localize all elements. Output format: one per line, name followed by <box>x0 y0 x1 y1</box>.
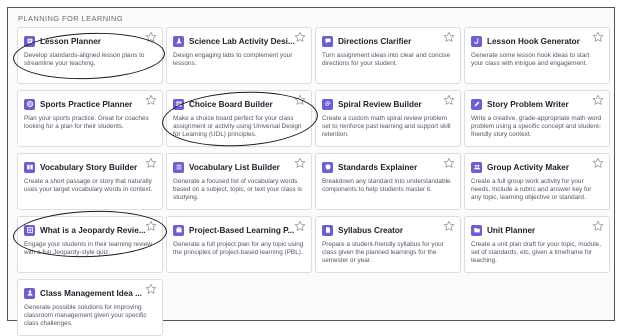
tools-panel: PLANNING FOR LEARNING Lesson Planner Dev… <box>7 7 615 336</box>
favorite-star-icon[interactable] <box>294 220 306 232</box>
tool-card-description: Create a custom math spiral review probl… <box>322 115 451 139</box>
sports-icon <box>24 98 35 110</box>
tool-card-choice-board[interactable]: Choice Board Builder Make a choice board… <box>166 90 312 147</box>
tools-grid: Lesson Planner Develop standards-aligned… <box>17 27 610 336</box>
tool-card-description: Develop standards-aligned lesson plans t… <box>24 52 145 68</box>
favorite-star-icon[interactable] <box>443 157 455 169</box>
favorite-star-icon[interactable] <box>294 157 306 169</box>
tool-card-title: Spiral Review Builder <box>338 99 422 109</box>
tool-card-title: Story Problem Writer <box>487 99 569 109</box>
list-icon <box>173 161 184 173</box>
tool-card-jeopardy-review[interactable]: What is a Jeopardy Revie... Engage your … <box>17 216 163 273</box>
tool-card-description: Generate some lesson hook ideas to start… <box>471 52 590 68</box>
favorite-star-icon[interactable] <box>145 157 157 169</box>
pencil-icon <box>471 98 482 110</box>
favorite-star-icon[interactable] <box>145 31 157 43</box>
tool-card-standards-explainer[interactable]: Standards Explainer Breakdown any standa… <box>315 153 461 210</box>
spiral-icon <box>322 98 333 110</box>
tool-card-group-activity[interactable]: Group Activity Maker Create a full group… <box>464 153 610 210</box>
favorite-star-icon[interactable] <box>294 31 306 43</box>
jeopardy-icon <box>24 224 35 236</box>
tool-card-spiral-review[interactable]: Spiral Review Builder Create a custom ma… <box>315 90 461 147</box>
lesson-planner-icon <box>24 35 35 47</box>
tool-card-title: Lesson Hook Generator <box>487 36 580 46</box>
tool-card-project-based-learning[interactable]: Project-Based Learning P... Generate a f… <box>166 216 312 273</box>
tool-card-syllabus-creator[interactable]: Syllabus Creator Prepare a student-frien… <box>315 216 461 273</box>
tool-card-description: Prepare a student-friendly syllabus for … <box>322 241 444 265</box>
tool-card-vocabulary-story[interactable]: Vocabulary Story Builder Create a short … <box>17 153 163 210</box>
tool-card-unit-planner[interactable]: Unit Planner Create a unit plan draft fo… <box>464 216 610 273</box>
tool-card-science-lab[interactable]: Science Lab Activity Desi... Design enga… <box>166 27 312 84</box>
tool-card-description: Write a creative, grade-appropriate math… <box>471 115 602 139</box>
tool-card-title: Lesson Planner <box>40 36 101 46</box>
tool-card-description: Turn assignment ideas into clear and con… <box>322 52 450 68</box>
favorite-star-icon[interactable] <box>592 94 604 106</box>
document-icon <box>322 224 333 236</box>
flask-icon <box>173 35 184 47</box>
favorite-star-icon[interactable] <box>294 94 306 106</box>
tool-card-title: Syllabus Creator <box>338 225 404 235</box>
favorite-star-icon[interactable] <box>443 220 455 232</box>
tool-card-story-problem[interactable]: Story Problem Writer Write a creative, g… <box>464 90 610 147</box>
favorite-star-icon[interactable] <box>145 220 157 232</box>
tool-card-description: Create a short passage or story that nat… <box>24 178 153 194</box>
tool-card-title: Directions Clarifier <box>338 36 412 46</box>
chat-icon <box>322 35 333 47</box>
tool-card-description: Design engaging labs to complement your … <box>173 52 293 68</box>
tool-card-title: Science Lab Activity Desi... <box>189 36 295 46</box>
tool-card-lesson-planner[interactable]: Lesson Planner Develop standards-aligned… <box>17 27 163 84</box>
shield-icon <box>322 161 333 173</box>
tool-card-description: Engage your students in their learning r… <box>24 241 152 257</box>
project-icon <box>173 224 184 236</box>
class-management-icon <box>24 287 35 299</box>
folder-icon <box>471 224 482 236</box>
tool-card-lesson-hook[interactable]: Lesson Hook Generator Generate some less… <box>464 27 610 84</box>
tool-card-description: Breakdown any standard into understandab… <box>322 178 451 194</box>
tool-card-description: Plan your sports practice. Great for coa… <box>24 115 149 131</box>
section-title: PLANNING FOR LEARNING <box>18 14 124 23</box>
tool-card-sports-practice[interactable]: Sports Practice Planner Plan your sports… <box>17 90 163 147</box>
favorite-star-icon[interactable] <box>592 31 604 43</box>
tool-card-title: Sports Practice Planner <box>40 99 133 109</box>
favorite-star-icon[interactable] <box>592 220 604 232</box>
favorite-star-icon[interactable] <box>443 31 455 43</box>
book-icon <box>24 161 35 173</box>
favorite-star-icon[interactable] <box>443 94 455 106</box>
tool-card-description: Generate possible solutions for improvin… <box>24 304 147 328</box>
tool-card-description: Generate a focused list of vocabulary wo… <box>173 178 302 202</box>
tool-card-title: What is a Jeopardy Revie... <box>40 225 146 235</box>
tool-card-description: Create a full group work activity for yo… <box>471 178 592 202</box>
tool-card-title: Class Management Idea ... <box>40 288 142 298</box>
tool-card-directions-clarifier[interactable]: Directions Clarifier Turn assignment ide… <box>315 27 461 84</box>
tool-card-title: Standards Explainer <box>338 162 418 172</box>
favorite-star-icon[interactable] <box>592 157 604 169</box>
tool-card-description: Make a choice board perfect for your cla… <box>173 115 302 139</box>
favorite-star-icon[interactable] <box>145 94 157 106</box>
tool-card-title: Project-Based Learning P... <box>189 225 295 235</box>
hook-icon <box>471 35 482 47</box>
board-icon <box>173 98 184 110</box>
tool-card-description: Create a unit plan draft for your topic,… <box>471 241 602 265</box>
tool-card-title: Vocabulary Story Builder <box>40 162 138 172</box>
tool-card-title: Choice Board Builder <box>189 99 273 109</box>
tool-card-description: Generate a full project plan for any top… <box>173 241 304 257</box>
tool-card-title: Group Activity Maker <box>487 162 570 172</box>
tool-card-title: Unit Planner <box>487 225 536 235</box>
tool-card-title: Vocabulary List Builder <box>189 162 280 172</box>
tool-card-vocabulary-list[interactable]: Vocabulary List Builder Generate a focus… <box>166 153 312 210</box>
group-icon <box>471 161 482 173</box>
favorite-star-icon[interactable] <box>145 283 157 295</box>
tool-card-class-management[interactable]: Class Management Idea ... Generate possi… <box>17 279 163 336</box>
